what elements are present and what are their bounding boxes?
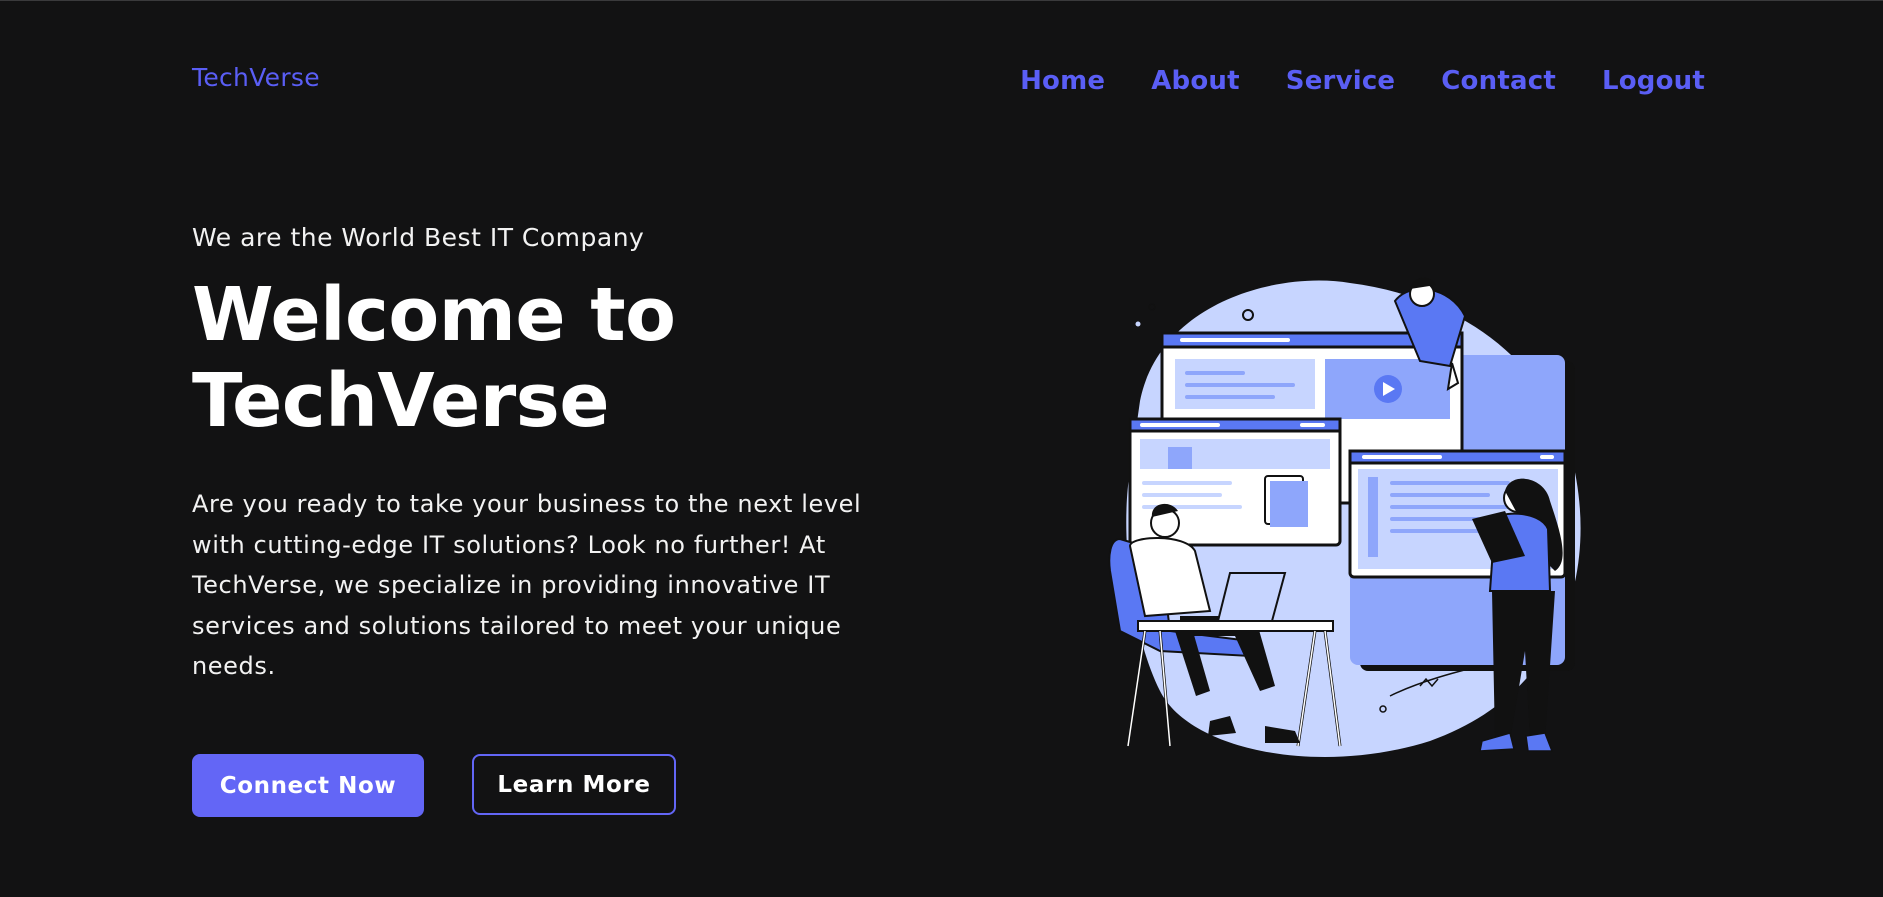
hero-headline-line1: Welcome to [192,272,676,358]
page: TechVerse Home About Service Contact Log… [0,0,1883,897]
it-team-illustration [1100,271,1600,761]
learn-more-button[interactable]: Learn More [472,754,676,815]
nav-item-logout: Logout [1602,66,1705,96]
nav-link-contact[interactable]: Contact [1441,66,1556,96]
hero-buttons: Connect Now Learn More [192,754,676,817]
hero-description: Are you ready to take your business to t… [192,490,862,680]
brand-logo[interactable]: TechVerse [192,63,320,92]
nav-link-about[interactable]: About [1151,66,1240,96]
nav-link-logout[interactable]: Logout [1602,66,1705,96]
nav-item-contact: Contact [1441,66,1556,96]
hero-headline-line2: TechVerse [192,358,610,444]
nav-item-service: Service [1286,66,1396,96]
nav-item-home: Home [1020,66,1105,96]
connect-now-button[interactable]: Connect Now [192,754,424,817]
hero-tagline: We are the World Best IT Company [192,223,645,252]
navbar: TechVerse Home About Service Contact Log… [0,1,1883,171]
nav-menu: Home About Service Contact Logout [1020,66,1705,96]
nav-link-home[interactable]: Home [1020,66,1105,96]
hero-section: We are the World Best IT Company Welcome… [192,223,912,687]
nav-item-about: About [1151,66,1240,96]
nav-link-service[interactable]: Service [1286,66,1396,96]
hero-headline: Welcome to TechVerse [192,272,912,444]
